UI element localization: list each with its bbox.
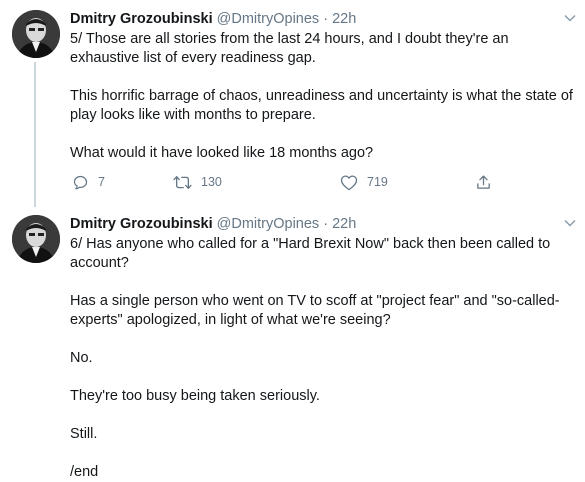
share-button[interactable]	[475, 172, 492, 192]
separator-dot: ·	[323, 216, 329, 232]
tweet-paragraph: 5/ Those are all stories from the last 2…	[70, 31, 509, 66]
like-button[interactable]: 719	[340, 172, 388, 192]
reply-count: 7	[98, 175, 105, 189]
tweet-paragraph: Has a single person who went on TV to sc…	[70, 293, 560, 328]
tweet-paragraph: What would it have looked like 18 months…	[70, 145, 374, 161]
tweet-paragraph: No.	[70, 350, 93, 366]
avatar-photo	[12, 215, 60, 263]
tweet-text: 6/ Has anyone who called for a "Hard Bre…	[70, 235, 575, 482]
avatar[interactable]	[12, 215, 60, 263]
avatar[interactable]	[12, 10, 60, 58]
retweet-button[interactable]: 130	[173, 172, 222, 192]
tweet-actions: 7 130 719	[70, 172, 510, 192]
thread-connector-line	[34, 62, 36, 207]
tweet-header: Dmitry Grozoubinski @DmitryOpines · 22h	[70, 214, 555, 234]
tweet-paragraph: Still.	[70, 426, 98, 442]
reply-button[interactable]: 7	[72, 172, 105, 192]
tweet-header: Dmitry Grozoubinski @DmitryOpines · 22h	[70, 9, 555, 29]
tweet-timestamp[interactable]: 22h	[332, 216, 356, 232]
tweet-paragraph: This horrific barrage of chaos, unreadin…	[70, 88, 573, 123]
retweet-count: 130	[201, 175, 222, 189]
chevron-down-icon[interactable]	[563, 216, 577, 230]
tweet-timestamp[interactable]: 22h	[332, 11, 356, 27]
tweet-paragraph: /end	[70, 464, 99, 480]
retweet-icon	[173, 175, 192, 189]
avatar-photo	[12, 10, 60, 58]
tweet[interactable]: Dmitry Grozoubinski @DmitryOpines · 22h …	[0, 205, 585, 482]
author-name[interactable]: Dmitry Grozoubinski	[70, 11, 213, 27]
reply-icon	[73, 175, 88, 189]
author-name[interactable]: Dmitry Grozoubinski	[70, 216, 213, 232]
tweet-paragraph: 6/ Has anyone who called for a "Hard Bre…	[70, 236, 551, 271]
tweet-paragraph: They're too busy being taken seriously.	[70, 388, 320, 404]
chevron-down-icon[interactable]	[563, 11, 577, 25]
author-handle[interactable]: @DmitryOpines	[217, 216, 320, 232]
like-count: 719	[367, 175, 388, 189]
tweet[interactable]: Dmitry Grozoubinski @DmitryOpines · 22h …	[0, 0, 585, 207]
share-icon	[477, 174, 490, 189]
like-icon	[340, 174, 358, 190]
separator-dot: ·	[323, 11, 329, 27]
author-handle[interactable]: @DmitryOpines	[217, 11, 320, 27]
tweet-text: 5/ Those are all stories from the last 2…	[70, 30, 575, 163]
